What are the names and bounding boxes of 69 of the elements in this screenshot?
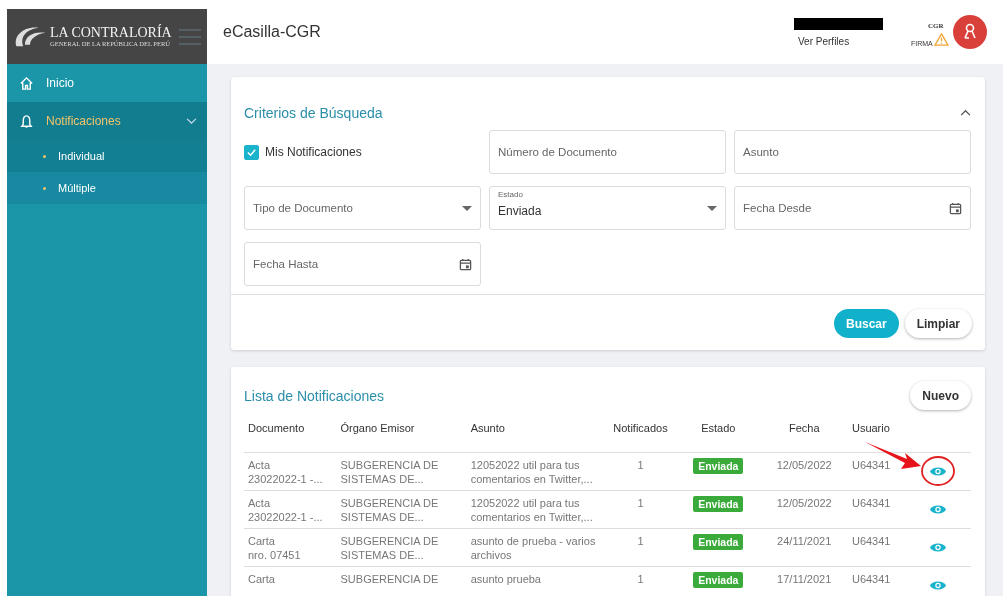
status-badge: Enviada bbox=[693, 572, 744, 588]
collapse-icon[interactable] bbox=[960, 109, 971, 116]
input-field[interactable]: Asunto bbox=[734, 130, 971, 174]
table-cell: 12052022 util para tus comentarios en Twitter,... bbox=[470, 458, 593, 486]
table-cell: U64341 bbox=[851, 458, 891, 472]
date-field[interactable]: Fecha Hasta bbox=[244, 242, 481, 286]
table-cell: Acta 23022022-1 -... bbox=[248, 496, 323, 524]
status-badge: Enviada bbox=[693, 496, 744, 512]
caret-icon bbox=[462, 205, 472, 211]
status-badge: Enviada bbox=[693, 458, 744, 474]
table-cell: 12052022 util para tus comentarios en Twitter,... bbox=[470, 496, 593, 524]
table-cell: 24/11/2021 bbox=[777, 534, 832, 548]
menu-icon[interactable] bbox=[179, 28, 201, 45]
checkbox-label: Mis Notificaciones bbox=[265, 145, 362, 159]
status-badge: Enviada bbox=[693, 534, 744, 550]
checkbox[interactable] bbox=[244, 144, 259, 160]
profiles-link[interactable]: Ver Perfiles bbox=[794, 35, 850, 47]
table-cell: Carta bbox=[248, 572, 275, 586]
app-title: eCasilla-CGR bbox=[223, 23, 321, 41]
caret-icon bbox=[707, 205, 717, 211]
column-header: Documento bbox=[248, 422, 305, 434]
table-cell: SUBGERENCIA DE bbox=[340, 572, 439, 586]
card-title: Criterios de Búsqueda bbox=[244, 104, 383, 121]
calendar-icon bbox=[949, 201, 962, 215]
input-field[interactable]: Número de Documento bbox=[489, 130, 726, 174]
table-cell: asunto de prueba - varios archivos bbox=[470, 534, 596, 562]
view-icon[interactable] bbox=[929, 541, 948, 554]
new-button[interactable]: Nuevo bbox=[910, 381, 971, 410]
table-cell: 12/05/2022 bbox=[776, 496, 832, 510]
select-field[interactable]: Tipo de Documento bbox=[244, 186, 481, 230]
nav-item[interactable]: Inicio bbox=[7, 64, 207, 102]
table-cell: SUBGERENCIA DE SISTEMAS DE... bbox=[340, 534, 439, 562]
avatar[interactable] bbox=[953, 15, 987, 49]
table-cell: 1 bbox=[637, 458, 644, 472]
table-cell: 1 bbox=[637, 534, 644, 548]
table-cell: 1 bbox=[637, 496, 644, 510]
column-header: Notificados bbox=[613, 422, 668, 434]
view-icon[interactable] bbox=[929, 503, 948, 516]
bell-icon bbox=[19, 113, 34, 129]
table-cell: Carta nro. 07451 bbox=[248, 534, 301, 562]
table-cell: U64341 bbox=[851, 496, 891, 510]
warning-icon bbox=[934, 33, 949, 46]
table-cell: SUBGERENCIA DE SISTEMAS DE... bbox=[340, 496, 439, 524]
view-icon[interactable] bbox=[929, 579, 948, 592]
select-field[interactable]: Estado Enviada bbox=[489, 186, 726, 230]
home-icon bbox=[19, 75, 34, 91]
logo-title: LA CONTRALORÍA bbox=[50, 25, 172, 40]
clear-button[interactable]: Limpiar bbox=[904, 309, 972, 338]
table-cell: U64341 bbox=[851, 534, 891, 548]
chevron-icon bbox=[186, 117, 197, 125]
column-header: Usuario bbox=[851, 422, 890, 434]
check-icon bbox=[246, 146, 257, 158]
column-header: Fecha bbox=[788, 422, 820, 434]
table-cell: asunto prueba bbox=[470, 572, 541, 586]
table-cell: 12/05/2022 bbox=[776, 458, 832, 472]
nav-subitem[interactable]: Individual bbox=[7, 140, 207, 172]
nav-subitem[interactable]: Múltiple bbox=[7, 172, 207, 204]
table-cell: Acta 23022022-1 -... bbox=[248, 458, 323, 486]
date-field[interactable]: Fecha Desde bbox=[734, 186, 971, 230]
card-title: Lista de Notificaciones bbox=[244, 387, 385, 404]
calendar-icon bbox=[459, 257, 472, 271]
column-header: Estado bbox=[701, 422, 736, 434]
table-cell: 1 bbox=[637, 572, 644, 586]
table-cell: U64341 bbox=[851, 572, 891, 586]
view-icon[interactable] bbox=[929, 465, 948, 478]
column-header: Asunto bbox=[470, 422, 505, 434]
column-header: Órgano Emisor bbox=[340, 422, 415, 434]
table-cell: 17/11/2021 bbox=[777, 572, 832, 586]
table-cell: SUBGERENCIA DE SISTEMAS DE... bbox=[340, 458, 439, 486]
